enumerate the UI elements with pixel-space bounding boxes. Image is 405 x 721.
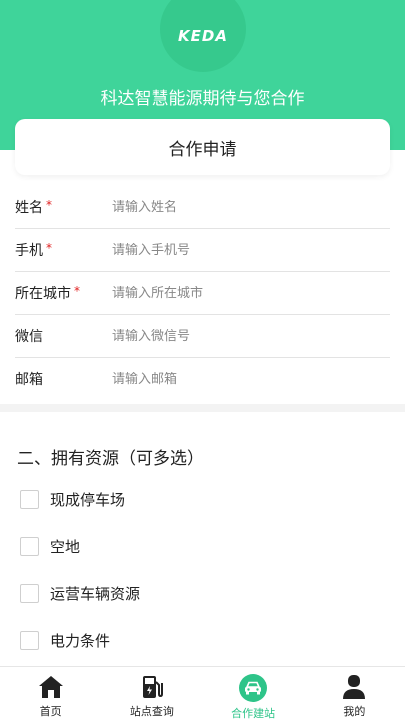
bottom-tab-bar: 首页 站点查询 合作建站 我的 [0,666,405,721]
required-mark: * [46,198,52,212]
city-label: 所在城市 * [15,284,80,302]
city-row: 所在城市 * [15,272,390,315]
checkbox[interactable] [20,584,39,603]
tab-home[interactable]: 首页 [0,667,101,721]
required-mark: * [74,284,80,298]
section-divider [0,404,405,412]
option-parking-lot[interactable]: 现成停车场 [20,476,140,523]
checkbox[interactable] [20,631,39,650]
tab-mine[interactable]: 我的 [304,667,405,721]
user-icon [343,675,366,699]
option-vacant-land[interactable]: 空地 [20,523,140,570]
required-mark: * [46,241,52,255]
phone-input[interactable] [112,242,372,258]
name-label: 姓名 * [15,198,52,216]
name-input[interactable] [112,199,372,215]
option-vehicle-resources[interactable]: 运营车辆资源 [20,570,140,617]
slogan: 科达智慧能源期待与您合作 [100,89,305,109]
phone-row: 手机 * [15,229,390,272]
tab-cooperation[interactable]: 合作建站 [203,667,304,721]
tab-station-search[interactable]: 站点查询 [101,667,202,721]
logo: KEDA [160,0,246,72]
option-label: 现成停车场 [50,491,126,509]
email-row: 邮箱 [15,358,390,400]
tab-label: 我的 [343,705,366,718]
application-form: 姓名* 手机* 所在城市* 微信 邮箱 [15,186,390,400]
form-card-header: 合作申请 [15,119,390,175]
email-label: 邮箱 [15,372,43,388]
tab-label: 首页 [39,705,62,718]
option-label: 空地 [50,538,81,556]
option-power-conditions[interactable]: 电力条件 [20,617,140,664]
city-input[interactable] [112,285,372,301]
resources-options: 现成停车场 空地 运营车辆资源 电力条件 [20,476,140,664]
checkbox[interactable] [20,537,39,556]
wechat-label: 微信 [15,329,43,345]
page-title: 合作申请 [168,139,237,160]
name-row: 姓名 * [15,186,390,229]
email-input[interactable] [112,371,372,387]
wechat-input[interactable] [112,328,372,344]
home-icon [38,676,63,698]
checkbox[interactable] [20,490,39,509]
car-icon [239,674,268,702]
option-label: 电力条件 [50,632,111,650]
phone-label: 手机 * [15,241,52,259]
tab-label: 站点查询 [129,705,174,718]
tab-label: 合作建站 [231,707,276,720]
resources-title: 二、拥有资源（可多选） [17,449,204,469]
option-label: 运营车辆资源 [50,585,141,603]
wechat-row: 微信 [15,315,390,358]
charging-station-icon [142,676,163,698]
logo-text: KEDA [178,27,228,45]
